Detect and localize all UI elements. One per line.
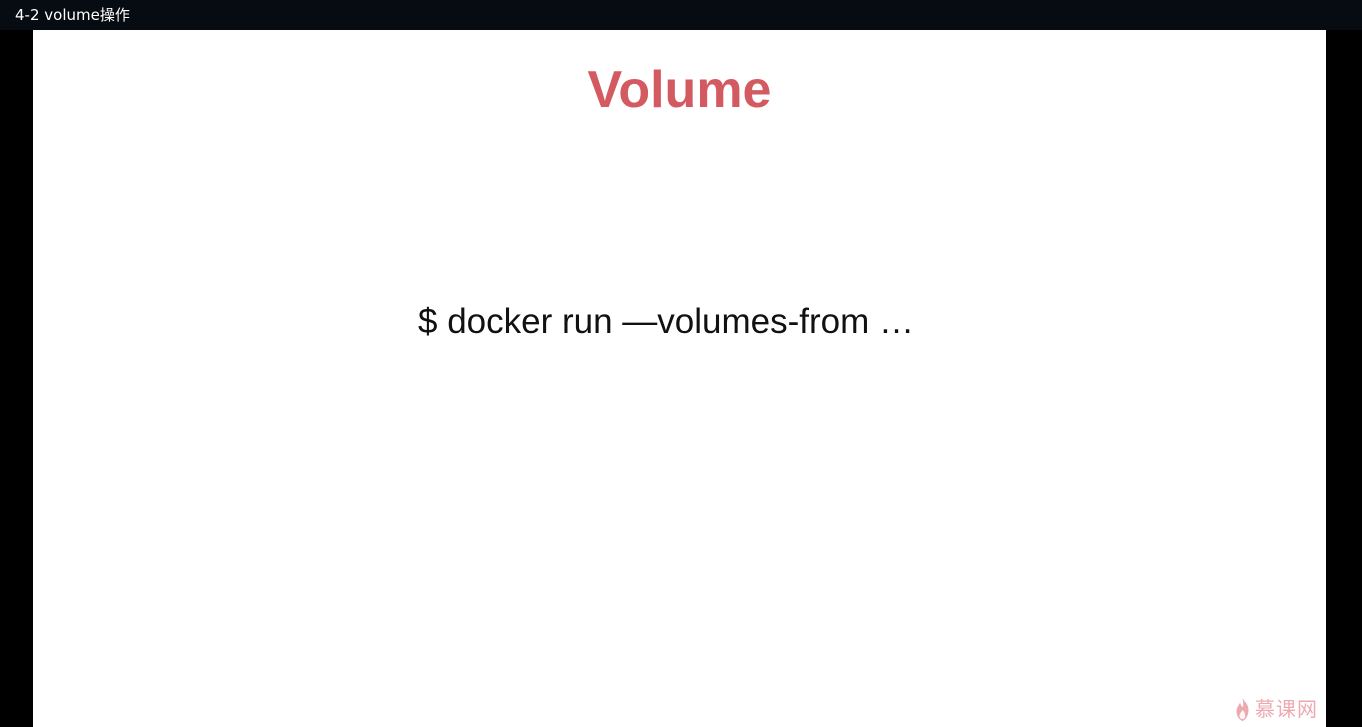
flame-icon [1236, 697, 1249, 721]
video-player[interactable]: 4-2 volume操作 Volume $ docker run —volume… [0, 0, 1362, 727]
slide: Volume $ docker run —volumes-from … 慕课网 [33, 30, 1326, 727]
command-text: $ docker run —volumes-from … [418, 302, 914, 341]
window-title: 4-2 volume操作 [15, 6, 130, 24]
watermark-text: 慕课网 [1255, 697, 1318, 721]
watermark-logo: 慕课网 [1234, 694, 1318, 724]
slide-title: Volume [587, 61, 772, 119]
title-bar: 4-2 volume操作 [0, 0, 1362, 30]
video-area[interactable]: Volume $ docker run —volumes-from … 慕课网 [0, 30, 1362, 727]
